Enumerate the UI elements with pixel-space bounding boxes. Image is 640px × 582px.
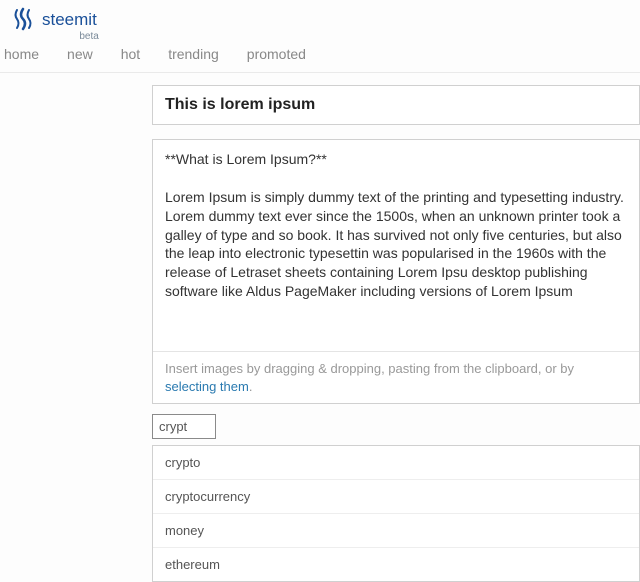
nav-hot[interactable]: hot bbox=[121, 46, 140, 62]
body-text[interactable]: **What is Lorem Ipsum?** Lorem Ipsum is … bbox=[153, 140, 639, 351]
select-images-link[interactable]: selecting them bbox=[165, 379, 249, 394]
suggestion-item[interactable]: money bbox=[153, 514, 639, 548]
image-hint: Insert images by dragging & dropping, pa… bbox=[153, 351, 639, 403]
tag-input[interactable] bbox=[152, 414, 216, 439]
nav-trending[interactable]: trending bbox=[168, 46, 219, 62]
brand-name[interactable]: steemit beta bbox=[42, 10, 97, 30]
header: steemit beta bbox=[0, 0, 640, 36]
hint-suffix: . bbox=[249, 379, 253, 394]
tag-input-wrap bbox=[152, 414, 640, 439]
nav-new[interactable]: new bbox=[67, 46, 93, 62]
nav-home[interactable]: home bbox=[4, 46, 39, 62]
tag-suggestions: crypto cryptocurrency money ethereum bbox=[152, 445, 640, 582]
suggestion-item[interactable]: crypto bbox=[153, 446, 639, 480]
brand-text: steemit bbox=[42, 10, 97, 29]
hint-prefix: Insert images by dragging & dropping, pa… bbox=[165, 361, 574, 376]
logo-icon bbox=[12, 7, 42, 34]
body-question: **What is Lorem Ipsum?** bbox=[165, 151, 327, 167]
nav-promoted[interactable]: promoted bbox=[247, 46, 306, 62]
suggestion-item[interactable]: ethereum bbox=[153, 548, 639, 581]
suggestion-item[interactable]: cryptocurrency bbox=[153, 480, 639, 514]
editor-area: This is lorem ipsum **What is Lorem Ipsu… bbox=[0, 73, 640, 582]
body-editor[interactable]: **What is Lorem Ipsum?** Lorem Ipsum is … bbox=[152, 139, 640, 404]
body-paragraph: Lorem Ipsum is simply dummy text of the … bbox=[165, 189, 624, 299]
beta-badge: beta bbox=[79, 31, 98, 42]
title-input[interactable]: This is lorem ipsum bbox=[152, 85, 640, 125]
